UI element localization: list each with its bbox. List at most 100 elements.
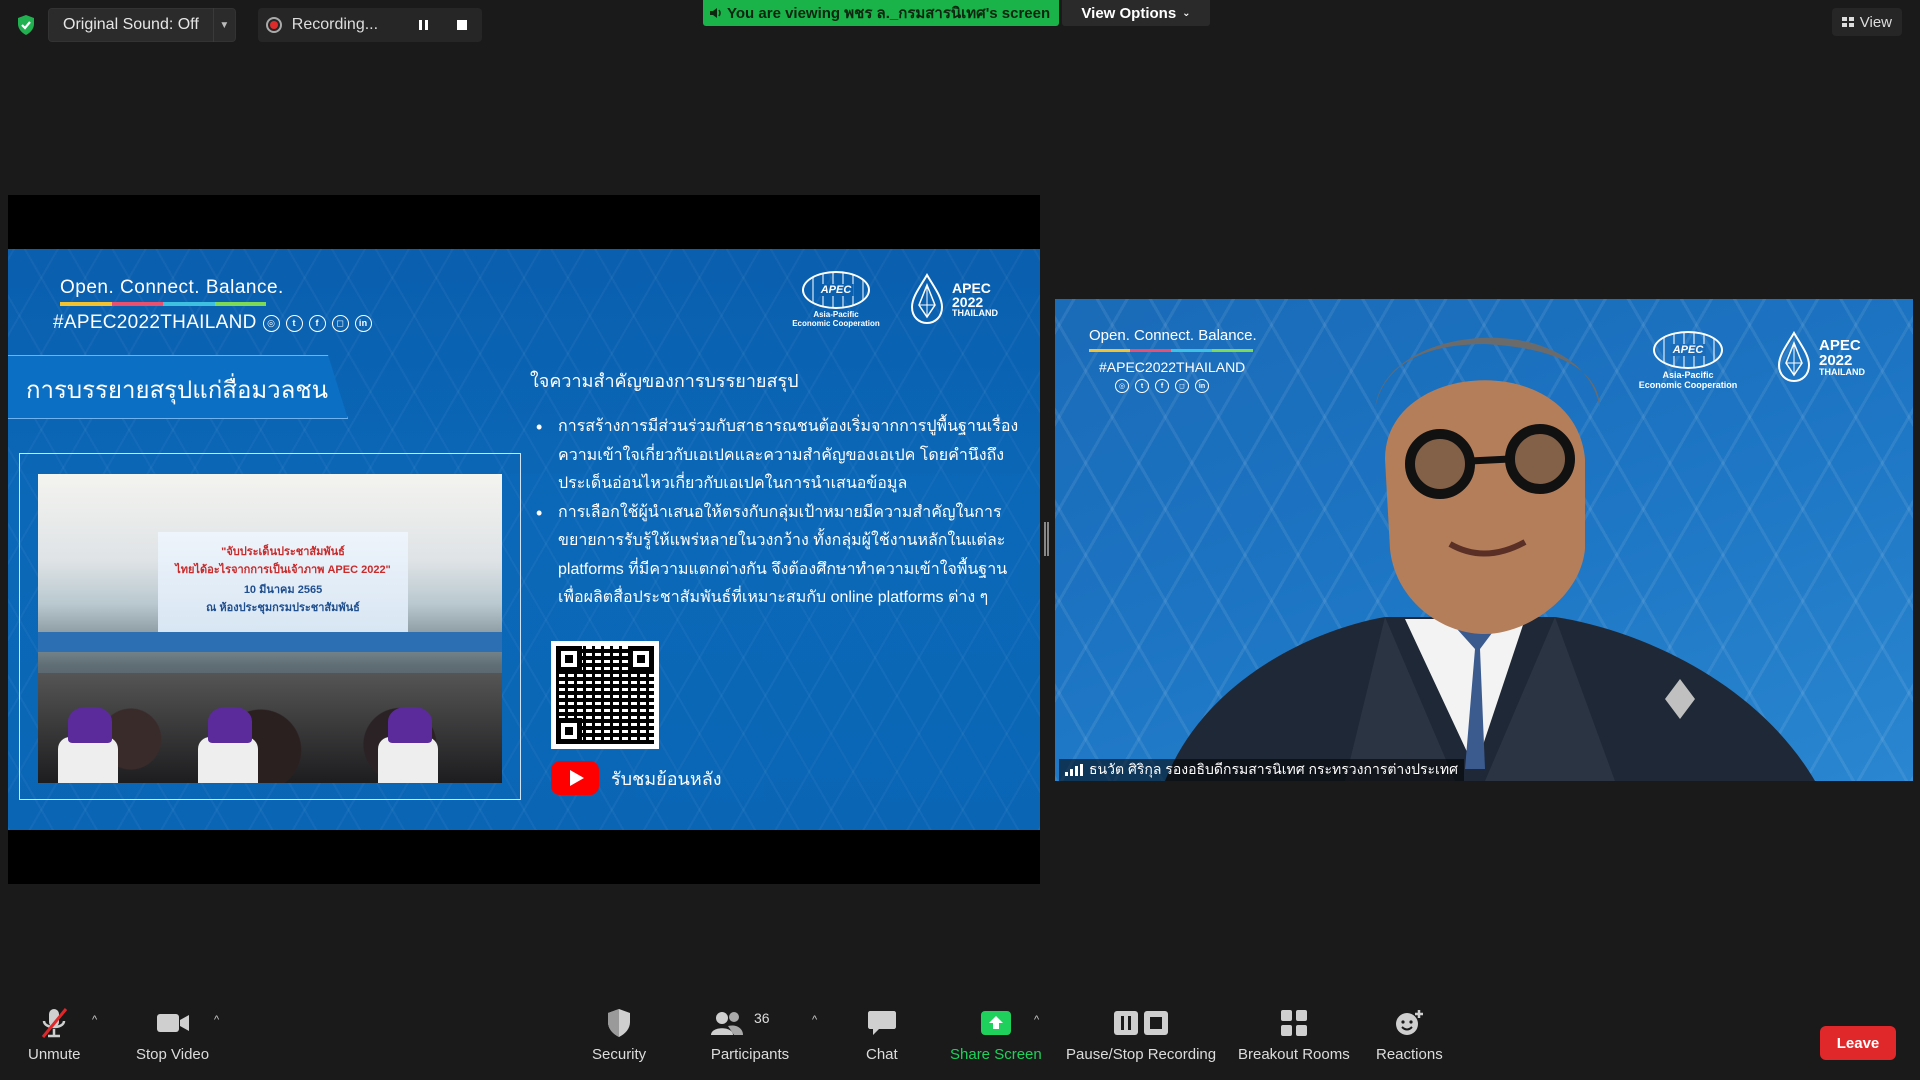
recording-indicator: Recording... (257, 8, 482, 42)
share-screen-label: Share Screen (950, 1046, 1042, 1063)
web-icon: ◎ (262, 314, 280, 332)
chevron-down-icon: ⌄ (1182, 7, 1191, 19)
slogan-color-bar (60, 302, 266, 306)
viewing-banner-text: You are viewing พชร ล._กรมสารนิเทศ's scr… (727, 5, 1051, 22)
apec-caption-line2: Economic Cooperation (792, 318, 880, 328)
chair (378, 737, 438, 783)
security-button[interactable]: Security (592, 1004, 646, 1063)
view-options-label: View Options (1081, 4, 1177, 22)
apec-logo: APEC Asia-Pacific Economic Cooperation (780, 271, 892, 329)
youtube-replay-text: รับชมย้อนหลัง (611, 768, 722, 789)
stop-recording-button[interactable] (448, 11, 476, 39)
pause-stop-recording-icon (1112, 1004, 1170, 1042)
slide-hashtag: #APEC2022THAILAND ◎ t f ◻ in (53, 312, 372, 334)
original-sound-label: Original Sound: Off (63, 16, 199, 33)
stop-video-button[interactable]: Stop Video (136, 1004, 209, 1063)
view-options-button[interactable]: View Options ⌄ (1062, 0, 1210, 26)
participants-count: 36 (754, 1010, 770, 1026)
bullet-item: การสร้างการมีส่วนร่วมกับสาธารณชนต้องเริ่… (530, 413, 1020, 499)
pause-stop-recording-button[interactable]: Pause/Stop Recording (1066, 1004, 1216, 1063)
event-backdrop: "จับประเด็นประชาสัมพันธ์ ไทยได้อะไรจากกา… (158, 532, 408, 632)
chair-bow (68, 707, 112, 743)
chevron-down-icon[interactable]: ▼ (212, 8, 235, 42)
apec2022-line2: 2022 (952, 293, 984, 310)
chat-button[interactable]: Chat (866, 1004, 898, 1063)
backdrop-line2: ไทยได้อะไรจากการเป็นเจ้าภาพ APEC 2022" (175, 564, 391, 576)
apec-2022-text: APEC 2022 THAILAND (952, 281, 998, 318)
encryption-shield-icon[interactable] (12, 11, 40, 39)
apec-2022-drop-icon (910, 273, 944, 325)
apec2022-line3: THAILAND (952, 307, 998, 318)
view-layout-button[interactable]: View (1831, 8, 1902, 36)
qr-code-pattern (556, 646, 654, 744)
zoom-meeting-window: Original Sound: Off ▼ Recording... You a… (0, 0, 1920, 1080)
reactions-button[interactable]: Reactions (1376, 1004, 1443, 1063)
speaker-icon (710, 8, 721, 18)
backdrop-line1: "จับประเด็นประชาสัมพันธ์ (221, 546, 345, 558)
bullet-item: การเลือกใช้ผู้นำเสนอให้ตรงกับกลุ่มเป้าหม… (530, 499, 1020, 613)
backdrop-line4: ณ ห้องประชุมกรมประชาสัมพันธ์ (206, 602, 360, 614)
slide-bullets: การสร้างการมีส่วนร่วมกับสาธารณชนต้องเริ่… (530, 413, 1020, 613)
leave-meeting-button[interactable]: Leave (1820, 1026, 1896, 1060)
stop-icon (456, 20, 467, 30)
participants-button[interactable]: 36 Participants (710, 1004, 790, 1063)
participants-options-chevron-up-icon[interactable]: ^ (812, 1014, 817, 1026)
qr-finder (556, 646, 582, 672)
presentation-slide: Open. Connect. Balance. #APEC2022THAILAN… (8, 249, 1040, 830)
video-camera-icon (156, 1004, 190, 1042)
chair-bow (208, 707, 252, 743)
speaker-person (1165, 337, 1815, 781)
instagram-icon: ◻ (331, 314, 349, 332)
add-reaction-smiley-icon (1394, 1004, 1424, 1042)
breakout-rooms-button[interactable]: Breakout Rooms (1238, 1004, 1350, 1063)
youtube-icon (551, 761, 599, 795)
linkedin-icon: in (354, 314, 372, 332)
youtube-replay: รับชมย้อนหลัง (551, 761, 722, 795)
original-sound-toggle[interactable]: Original Sound: Off ▼ (48, 8, 236, 42)
unmute-button[interactable]: Unmute (28, 1004, 81, 1063)
shared-screen: Open. Connect. Balance. #APEC2022THAILAN… (8, 195, 1040, 884)
signal-strength-icon (1065, 764, 1083, 776)
reactions-label: Reactions (1376, 1046, 1443, 1063)
video-options-chevron-up-icon[interactable]: ^ (214, 1014, 219, 1026)
slide-slogan: Open. Connect. Balance. (60, 277, 284, 298)
slide-title-tab: การบรรยายสรุปแก่สื่อมวลชน (8, 355, 348, 419)
speaker-name-tag: ธนวัต ศิริกุล รองอธิบดีกรมสารนิเทศ กระทร… (1059, 759, 1464, 781)
participants-label: Participants (710, 1046, 790, 1063)
unmute-label: Unmute (28, 1046, 81, 1063)
breakout-rooms-icon (1280, 1004, 1308, 1042)
qr-finder (556, 718, 582, 744)
pause-recording-button[interactable] (410, 11, 438, 39)
backdrop-line3: 10 มีนาคม 2565 (243, 584, 323, 596)
recording-label: Recording... (291, 16, 379, 33)
qr-finder (628, 646, 654, 672)
pause-icon (419, 20, 429, 30)
chair-bow (388, 707, 432, 743)
muted-mic-icon (39, 1004, 69, 1042)
top-left-controls: Original Sound: Off ▼ Recording... (12, 8, 482, 42)
twitter-icon: t (285, 314, 303, 332)
security-shield-icon (606, 1004, 632, 1042)
event-photo-frame: "จับประเด็นประชาสัมพันธ์ ไทยได้อะไรจากกา… (19, 453, 521, 800)
chair (58, 737, 118, 783)
slide-heading: ใจความสำคัญของการบรรยายสรุป (530, 371, 799, 391)
share-screen-button[interactable]: Share Screen (950, 1004, 1042, 1063)
share-screen-icon (980, 1004, 1012, 1042)
apec-2022-thailand-logo: APEC 2022 THAILAND (908, 273, 998, 325)
view-label: View (1859, 13, 1892, 31)
slide-title: การบรรยายสรุปแก่สื่อมวลชน (26, 377, 329, 404)
grid-view-icon (1841, 17, 1854, 27)
viewing-screen-banner: You are viewing พชร ล._กรมสารนิเทศ's scr… (703, 0, 1059, 26)
share-options-chevron-up-icon[interactable]: ^ (1034, 1014, 1039, 1026)
stage-decoration (38, 632, 502, 652)
split-view-drag-handle[interactable] (1044, 522, 1049, 556)
chair (198, 737, 258, 783)
hashtag-text: #APEC2022THAILAND (53, 312, 257, 333)
speaker-name: ธนวัต ศิริกุล รองอธิบดีกรมสารนิเทศ กระทร… (1089, 761, 1458, 777)
apec-globe-icon: APEC (802, 271, 870, 309)
chat-bubble-icon (867, 1004, 897, 1042)
audio-options-chevron-up-icon[interactable]: ^ (92, 1014, 97, 1026)
qr-code (551, 641, 659, 749)
facebook-icon: f (308, 314, 326, 332)
event-photo: "จับประเด็นประชาสัมพันธ์ ไทยได้อะไรจากกา… (38, 474, 502, 783)
